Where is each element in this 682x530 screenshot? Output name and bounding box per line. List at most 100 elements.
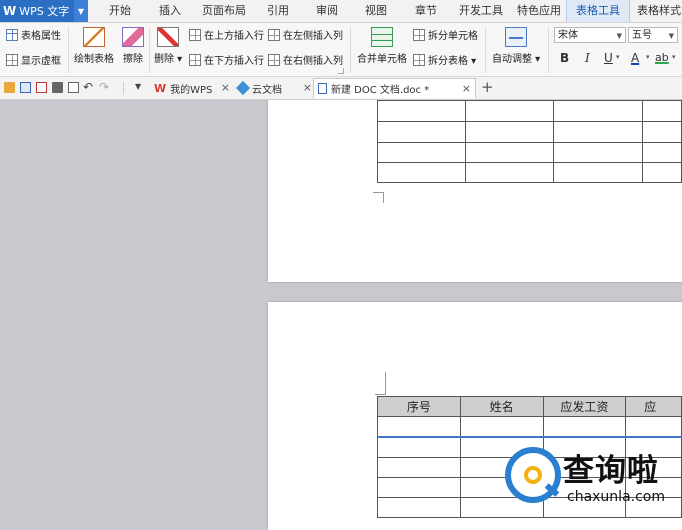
close-icon[interactable]: ×	[462, 82, 471, 95]
font-size-select[interactable]: 五号 ▼	[628, 27, 678, 43]
cloud-doc-icon	[235, 80, 251, 96]
auto-fit-button[interactable]: 自动调整 ▾	[492, 27, 540, 65]
wps-logo-icon: W	[3, 4, 17, 18]
chevron-down-icon[interactable]: ▾	[672, 53, 676, 61]
table-header-cell[interactable]: 姓名	[459, 396, 544, 417]
erase-button[interactable]: 擦除	[122, 27, 144, 65]
merge-cells-button[interactable]: 合并单元格	[357, 27, 407, 65]
insert-column-left-label: 在左侧插入列	[283, 31, 343, 42]
table-cell[interactable]	[465, 162, 555, 183]
table-cell[interactable]	[376, 162, 467, 183]
split-table-icon	[413, 53, 425, 66]
table-cell[interactable]	[625, 416, 682, 437]
italic-button[interactable]: I	[585, 51, 590, 65]
table-cell[interactable]	[641, 162, 682, 183]
split-table-button[interactable]: 拆分表格 ▾	[413, 52, 476, 67]
magnifier-inner-icon	[524, 466, 542, 484]
table-cell[interactable]	[459, 416, 544, 437]
bold-button[interactable]: B	[560, 51, 569, 65]
table-properties-icon	[6, 28, 18, 41]
table-cell[interactable]	[465, 121, 555, 143]
close-icon[interactable]: ×	[303, 81, 312, 94]
tab-developer[interactable]: 开发工具	[455, 0, 507, 22]
delete-button[interactable]: 删除 ▾	[154, 27, 182, 65]
table-cell[interactable]	[377, 497, 461, 518]
doc-tab-cloud[interactable]: 云文档 ×	[234, 78, 316, 98]
tab-page-layout[interactable]: 页面布局	[198, 0, 250, 22]
tab-features[interactable]: 特色应用	[512, 0, 566, 22]
table-cell[interactable]	[641, 121, 682, 143]
redo-icon[interactable]: ↷	[99, 80, 109, 94]
table-cell[interactable]	[377, 457, 461, 478]
insert-column-left-button[interactable]: 在左侧插入列	[268, 27, 343, 42]
table-cell[interactable]	[553, 162, 643, 183]
insert-column-right-label: 在右侧插入列	[283, 56, 343, 67]
table-cell[interactable]	[465, 142, 555, 163]
tab-home[interactable]: 开始	[99, 0, 141, 22]
tab-review[interactable]: 审阅	[307, 0, 347, 22]
tab-table-tools[interactable]: 表格工具	[566, 0, 630, 22]
table-cell[interactable]	[377, 416, 461, 437]
draw-table-button[interactable]: 绘制表格	[74, 27, 114, 65]
table-cell[interactable]	[641, 100, 682, 122]
show-gridlines-label: 显示虚框	[21, 56, 61, 67]
doc-tab-my-wps[interactable]: W 我的WPS ×	[150, 78, 234, 98]
print-preview-icon[interactable]	[68, 82, 79, 93]
delete-table-icon	[157, 27, 180, 47]
chevron-down-icon[interactable]: ▾	[646, 53, 650, 61]
tab-insert[interactable]: 插入	[150, 0, 190, 22]
font-color-button[interactable]: A	[631, 51, 639, 65]
close-icon[interactable]: ×	[221, 81, 230, 94]
split-cells-label: 拆分单元格	[428, 31, 478, 42]
tab-sections[interactable]: 章节	[406, 0, 446, 22]
new-tab-plus-icon[interactable]: +	[481, 78, 494, 96]
table-cell[interactable]	[376, 142, 467, 163]
undo-icon[interactable]: ↶	[83, 80, 93, 94]
table-cell[interactable]	[376, 100, 467, 122]
table-cell[interactable]	[377, 436, 461, 458]
table-cell[interactable]	[553, 100, 643, 122]
table-properties-button[interactable]: 表格属性	[6, 27, 61, 42]
table-cell[interactable]	[377, 477, 461, 498]
table-cell[interactable]	[641, 142, 682, 163]
highlight-button[interactable]: ab	[655, 51, 669, 64]
save-icon[interactable]	[20, 82, 31, 93]
app-menu-button[interactable]: W WPS 文字 ▼	[0, 0, 88, 22]
show-gridlines-button[interactable]: 显示虚框	[6, 52, 61, 67]
group-launcher-icon[interactable]	[338, 68, 344, 74]
tab-references[interactable]: 引用	[258, 0, 298, 22]
font-name-select[interactable]: 宋体 ▼	[554, 27, 626, 43]
chevron-down-icon: ▼	[668, 32, 674, 40]
separator	[123, 82, 124, 95]
table-header-cell[interactable]: 应发工资	[542, 396, 627, 417]
print-icon[interactable]	[52, 82, 63, 93]
insert-row-above-button[interactable]: 在上方插入行	[189, 27, 264, 42]
margin-corner-mark	[373, 192, 384, 203]
doc-tab-active-document[interactable]: 新建 DOC 文档.doc * ×	[313, 78, 476, 98]
table-properties-label: 表格属性	[21, 31, 61, 42]
underline-button[interactable]: U	[604, 51, 613, 65]
app-dropdown-icon[interactable]: ▼	[74, 0, 88, 22]
insert-row-above-icon	[189, 28, 201, 41]
chevron-down-icon[interactable]: ▾	[616, 53, 620, 61]
tab-view[interactable]: 视图	[356, 0, 396, 22]
table-header-cell[interactable]: 应	[625, 396, 682, 417]
page-1[interactable]	[268, 100, 682, 282]
table-cell[interactable]	[553, 121, 643, 143]
customize-dropdown-icon[interactable]: ▼	[135, 82, 141, 91]
table-cell[interactable]	[465, 100, 555, 122]
insert-row-below-button[interactable]: 在下方插入行	[189, 52, 264, 67]
open-folder-icon[interactable]	[4, 82, 15, 93]
insert-row-above-label: 在上方插入行	[204, 31, 264, 42]
menu-bar: W WPS 文字 ▼ 开始 插入 页面布局 引用 审阅 视图 章节 开发工具 特…	[0, 0, 682, 23]
tab-table-styles[interactable]: 表格样式	[632, 0, 682, 22]
split-cells-button[interactable]: 拆分单元格	[413, 27, 478, 42]
delete-label: 删除 ▾	[154, 54, 183, 65]
table-cell[interactable]	[542, 416, 627, 437]
export-pdf-icon[interactable]	[36, 82, 47, 93]
table-page-1[interactable]	[376, 100, 682, 183]
table-cell[interactable]	[553, 142, 643, 163]
table-cell[interactable]	[376, 121, 467, 143]
insert-column-right-button[interactable]: 在右侧插入列	[268, 52, 343, 67]
table-header-cell[interactable]: 序号	[377, 396, 461, 417]
